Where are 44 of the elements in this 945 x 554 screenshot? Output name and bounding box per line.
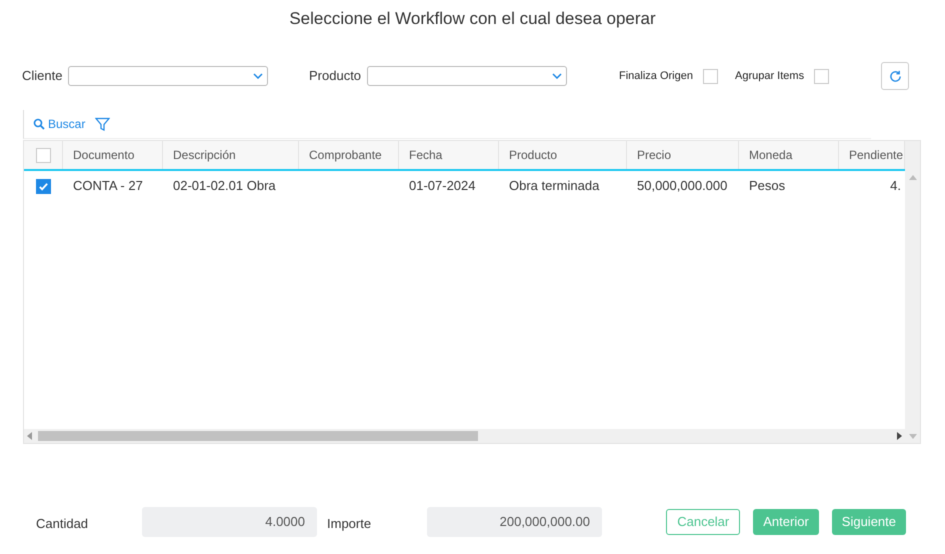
table-cell-text: 02-01-02.01 Obra [173, 177, 276, 196]
filter-icon[interactable] [95, 116, 110, 132]
checkbox[interactable] [814, 68, 830, 84]
column-header[interactable]: Precio [627, 141, 739, 169]
dropdown-field[interactable] [367, 66, 568, 86]
scroll-left-icon[interactable] [27, 432, 32, 440]
total-label: Importe [327, 515, 372, 534]
readonly-field: 200,000,000.00 [427, 507, 602, 537]
field-label: Cliente [22, 67, 62, 86]
chevron-down-icon [552, 73, 562, 79]
scroll-right-icon[interactable] [897, 432, 902, 440]
option-label: Agrupar Items [734, 68, 804, 84]
checkbox[interactable] [36, 148, 50, 162]
scroll-down-icon[interactable] [908, 434, 917, 438]
table-cell-text: 50,000,000.000 [637, 177, 728, 196]
table-cell-text: Pesos [749, 177, 786, 196]
chevron-down-icon [253, 73, 264, 79]
readonly-field: 4.0000 [142, 507, 317, 537]
column-header[interactable]: Documento [63, 141, 163, 169]
checkbox[interactable] [702, 68, 718, 84]
table-cell-text: Obra terminada [509, 177, 600, 196]
column-header[interactable]: Moneda [739, 141, 839, 169]
scroll-up-icon[interactable] [908, 175, 917, 180]
column-header[interactable]: Descripción [163, 141, 299, 169]
column-header[interactable]: Producto [499, 141, 627, 169]
option-label: Finaliza Origen [619, 68, 693, 84]
column-header[interactable]: Comprobante [299, 141, 399, 169]
search-icon [33, 118, 45, 130]
column-header[interactable]: Fecha [399, 141, 499, 169]
total-label: Cantidad [36, 515, 90, 534]
refresh-button[interactable] [881, 62, 909, 90]
refresh-icon [888, 70, 902, 82]
table-cell-text: 01-07-2024 [409, 177, 476, 196]
checkmark-icon [38, 180, 49, 192]
field-label: Producto [309, 67, 362, 86]
dialog-title: Seleccione el Workflow con el cual desea operar [288, 8, 657, 30]
vertical-scrollbar[interactable] [905, 141, 920, 429]
scroll-thumb[interactable] [38, 431, 478, 441]
table-cell-text: CONTA - 27 [73, 177, 143, 196]
search-button[interactable]: Buscar [33, 115, 86, 133]
horizontal-scrollbar[interactable] [24, 429, 906, 443]
table-cell-text: 4. [890, 177, 901, 196]
dropdown-field[interactable] [68, 66, 268, 86]
checkbox[interactable] [36, 178, 51, 194]
